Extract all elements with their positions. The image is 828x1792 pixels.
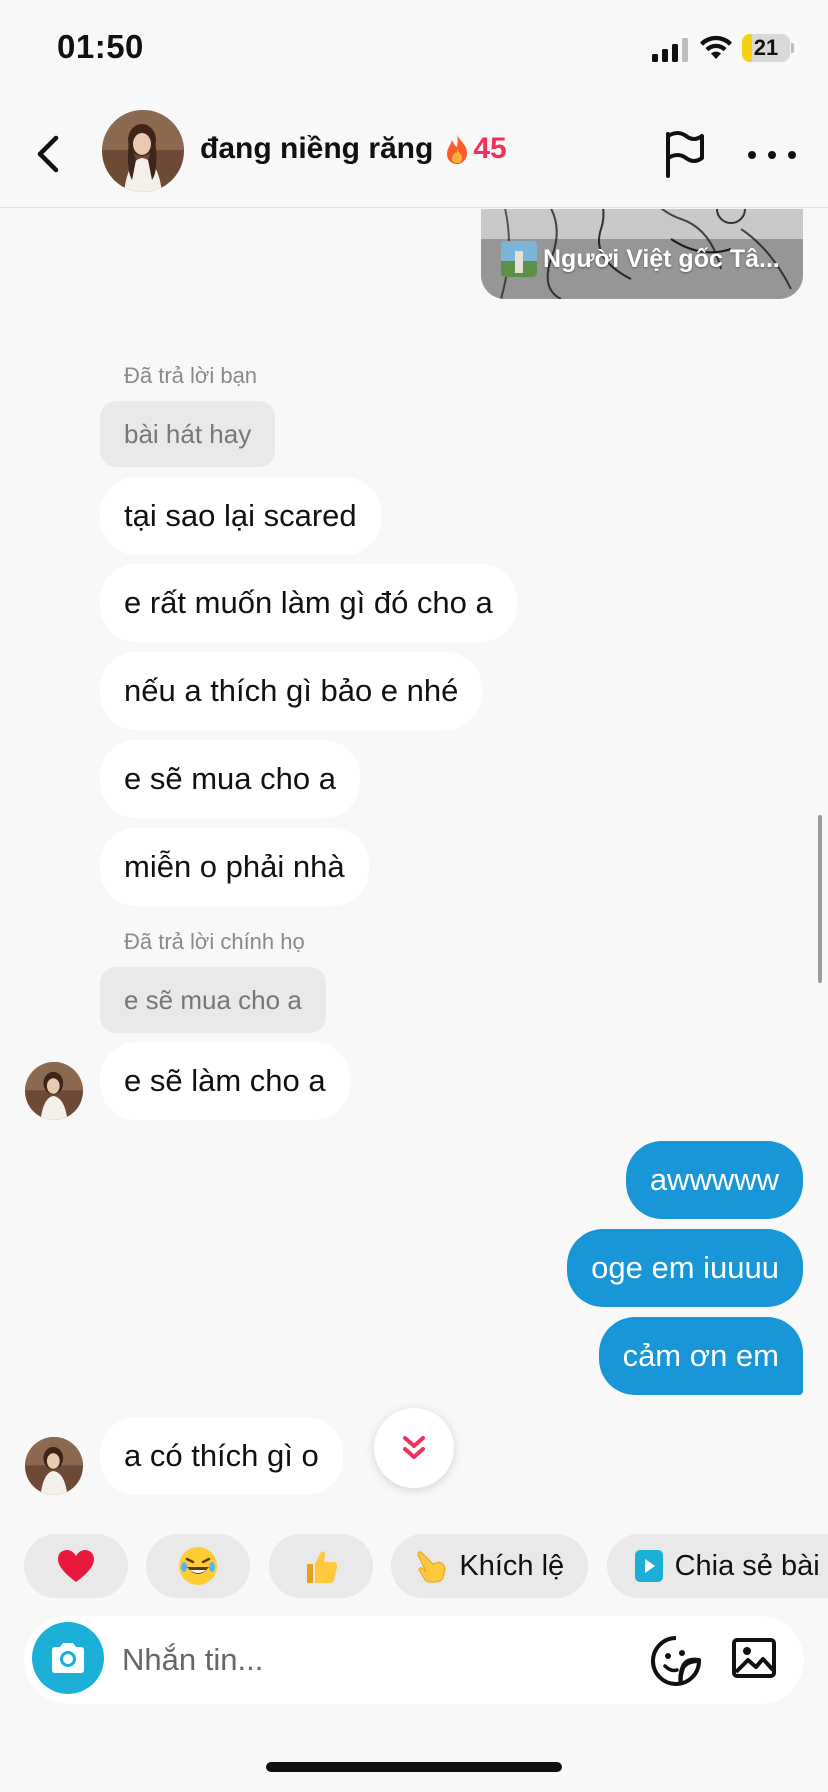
contact-avatar[interactable] xyxy=(102,110,184,192)
sender-avatar[interactable] xyxy=(25,1437,83,1495)
message-composer xyxy=(24,1616,804,1704)
scroll-to-bottom-button[interactable] xyxy=(374,1408,454,1488)
more-button[interactable] xyxy=(748,140,796,170)
pointing-hand-icon xyxy=(417,1551,446,1583)
quick-reply-encourage[interactable]: Khích lệ xyxy=(391,1534,589,1598)
back-button[interactable] xyxy=(24,128,72,180)
chat-header: đang niềng răng 45 xyxy=(0,100,828,208)
incoming-message[interactable]: tại sao lại scared xyxy=(100,477,381,555)
quick-reply-label: Khích lệ xyxy=(459,1549,565,1582)
reply-label: Đã trả lời bạn xyxy=(124,363,258,388)
camera-icon xyxy=(52,1643,84,1673)
sticker-icon xyxy=(651,1636,701,1686)
message-input[interactable] xyxy=(122,1630,622,1690)
laughing-emoji-icon xyxy=(179,1547,218,1585)
quick-reaction-laugh[interactable] xyxy=(146,1534,251,1598)
quick-reply-bar: Khích lệ Chia sẻ bài đăng xyxy=(24,1534,828,1600)
status-time: 01:50 xyxy=(57,28,144,65)
thumbs-up-icon xyxy=(306,1551,338,1583)
home-indicator[interactable] xyxy=(266,1762,562,1772)
camera-button[interactable] xyxy=(32,1622,104,1694)
share-video-icon xyxy=(634,1550,663,1582)
incoming-message[interactable]: e rất muốn làm gì đó cho a xyxy=(100,564,517,642)
shared-post-card[interactable]: Người Việt gốc Tâ... xyxy=(481,209,803,299)
outgoing-message[interactable]: cảm ơn em xyxy=(598,1317,803,1395)
flag-icon xyxy=(666,131,704,178)
streak-count: 45 xyxy=(473,132,507,165)
sticker-button[interactable] xyxy=(649,1634,703,1688)
message-list[interactable]: Người Việt gốc Tâ... Đã trả lời bạn bài … xyxy=(0,209,828,1509)
gallery-button[interactable] xyxy=(730,1634,778,1682)
incoming-message[interactable]: nếu a thích gì bảo e nhé xyxy=(100,652,483,730)
battery-level: 21 xyxy=(753,35,779,60)
image-icon xyxy=(732,1638,776,1678)
sender-avatar[interactable] xyxy=(25,1062,83,1120)
quick-reaction-heart[interactable] xyxy=(24,1534,128,1598)
author-thumbnail xyxy=(501,241,537,277)
contact-name: đang niềng răng xyxy=(200,132,434,165)
contact-name-row[interactable]: đang niềng răng 45 xyxy=(200,132,507,166)
signal-icon xyxy=(652,38,688,62)
status-bar: 01:50 21 xyxy=(0,0,828,100)
scrollbar[interactable] xyxy=(818,815,822,983)
wifi-icon xyxy=(700,35,732,59)
battery-indicator: 21 xyxy=(742,34,794,62)
quoted-message[interactable]: bài hát hay xyxy=(100,401,276,467)
outgoing-message[interactable]: oge em iuuuu xyxy=(567,1229,803,1307)
outgoing-message[interactable]: awwwww xyxy=(625,1141,803,1219)
report-button[interactable] xyxy=(660,128,708,180)
quick-reply-label: Chia sẻ bài đăng xyxy=(674,1549,828,1582)
quick-reaction-thumbs-up[interactable] xyxy=(268,1534,373,1598)
reply-label: Đã trả lời chính họ xyxy=(124,929,305,954)
shared-post-caption-row: Người Việt gốc Tâ... xyxy=(501,241,780,277)
incoming-message[interactable]: a có thích gì o xyxy=(100,1417,343,1495)
incoming-message[interactable]: miễn o phải nhà xyxy=(100,828,369,906)
incoming-message[interactable]: e sẽ mua cho a xyxy=(100,740,360,818)
heart-icon xyxy=(58,1550,94,1582)
back-icon xyxy=(37,135,59,173)
quoted-message[interactable]: e sẽ mua cho a xyxy=(100,967,326,1033)
quick-reply-share-post[interactable]: Chia sẻ bài đăng xyxy=(606,1534,828,1598)
fire-icon xyxy=(447,134,468,164)
incoming-message[interactable]: e sẽ làm cho a xyxy=(100,1042,350,1120)
more-icon xyxy=(748,151,756,159)
double-chevron-down-icon xyxy=(403,1436,425,1459)
streak-badge: 45 xyxy=(443,132,507,166)
shared-post-caption: Người Việt gốc Tâ... xyxy=(543,244,780,273)
